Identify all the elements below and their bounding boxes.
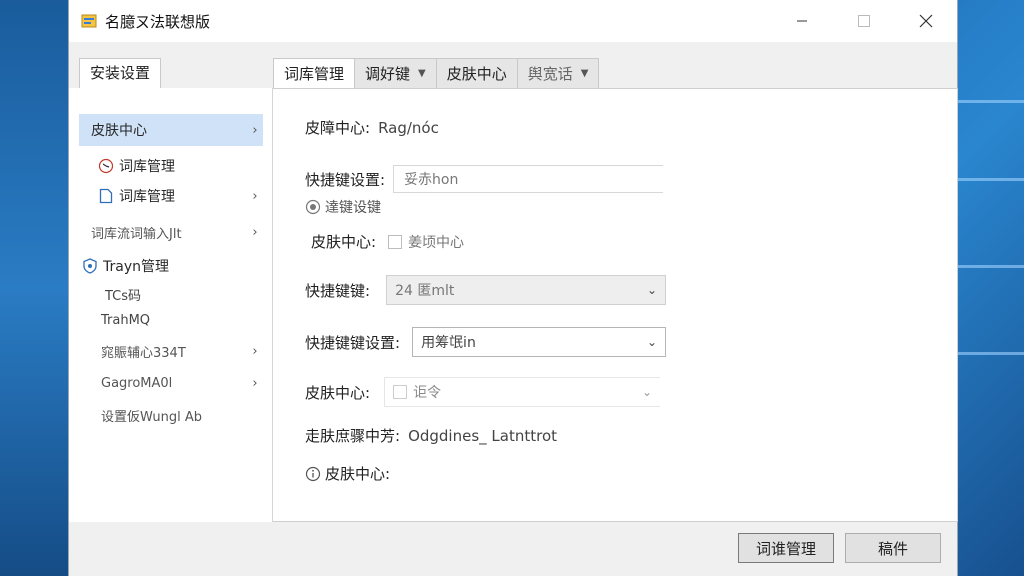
shortcut-radio-row[interactable]: 達键设键 bbox=[305, 197, 381, 217]
shortcut-key-select[interactable]: 24 匿mlt ⌄ bbox=[386, 275, 667, 305]
chevron-right-icon: › bbox=[252, 224, 258, 240]
shortcut-key-settings-label: 快捷键键设置: bbox=[305, 333, 401, 352]
desktop-light-ray bbox=[954, 352, 1024, 355]
sidebar-item-label: 皮肤中心 bbox=[91, 123, 147, 139]
button-bar: 词谁管理 稿件 bbox=[69, 522, 957, 576]
sidebar-item-label: 词库管理 bbox=[119, 189, 175, 205]
shortcut-settings-input[interactable]: 妥赤hon bbox=[393, 165, 664, 193]
tab-install-settings[interactable]: 安装设置 bbox=[79, 58, 162, 88]
desktop-light-ray bbox=[954, 265, 1024, 268]
close-button[interactable] bbox=[895, 0, 957, 42]
sidebar-item-dict-manage[interactable]: 词库管理 bbox=[79, 150, 263, 182]
app-icon bbox=[81, 13, 97, 29]
sidebar-item-skin-center[interactable]: 皮肤中心 › bbox=[79, 114, 263, 146]
title-bar[interactable]: 名臆ㄡ法联想版 bbox=[69, 0, 957, 42]
sidebar-item-gagroma[interactable]: GagroMA0l › bbox=[79, 367, 263, 399]
chevron-right-icon: › bbox=[252, 375, 258, 391]
settings-window: 名臆ㄡ法联想版 安装设置 皮肤中心 › 词库管理 词库管理 › 词库流词输入Jl… bbox=[68, 0, 958, 576]
chevron-right-icon: › bbox=[252, 188, 258, 204]
shortcut-key-settings-value: 用筹氓in bbox=[421, 335, 476, 351]
shortcut-settings-row: 快捷键设置: 妥赤hon bbox=[305, 165, 664, 193]
shield-icon bbox=[81, 257, 99, 275]
clock-icon bbox=[97, 157, 115, 175]
skin-center-combo-checkbox[interactable] bbox=[393, 385, 408, 399]
skin-center-combo-row: 皮肤中心: 讵令 ⌄ bbox=[305, 377, 661, 407]
shortcut-settings-placeholder: 妥赤hon bbox=[404, 172, 459, 188]
minimize-icon bbox=[797, 20, 807, 22]
sidebar-item-label: 设置仮Wungl Ab bbox=[101, 409, 203, 425]
dropdown-arrow-icon: ▼ bbox=[580, 68, 589, 79]
chevron-down-icon: ⌄ bbox=[647, 335, 658, 349]
sidebar-item-label: Trayn管理 bbox=[103, 259, 169, 275]
tab-skin-center[interactable]: 皮肤中心 bbox=[435, 58, 518, 88]
minimize-button[interactable] bbox=[771, 0, 833, 42]
maximize-button[interactable] bbox=[833, 0, 895, 42]
dropdown-arrow-icon: ▼ bbox=[418, 68, 426, 79]
sidebar-item-label: TCs码 bbox=[105, 288, 142, 304]
skin-center-bottom-row[interactable]: 皮肤中心: bbox=[305, 463, 390, 484]
tab-extras[interactable]: 舆宽话 ▼ bbox=[516, 58, 600, 88]
shortcut-key-settings-select[interactable]: 用筹氓in ⌄ bbox=[412, 327, 667, 357]
sidebar-item-label: 窕賑辅心334T bbox=[101, 345, 186, 361]
shortcut-key-value: 24 匿mlt bbox=[395, 283, 455, 299]
manage-button-label: 词谁管理 bbox=[755, 539, 816, 558]
sidebar-item-dict-input[interactable]: 词库流词输入Jlt › bbox=[79, 216, 263, 248]
skin-center-checkbox[interactable] bbox=[388, 234, 403, 249]
desktop-light-ray bbox=[954, 178, 1024, 181]
skin-module-value: Odgdines_ Latnttrot bbox=[408, 426, 558, 445]
skin-center-check-label: 皮肤中心: bbox=[311, 233, 377, 251]
skin-center-combo-label: 皮肤中心: bbox=[305, 383, 371, 402]
tab-label: 舆宽话 bbox=[527, 65, 573, 83]
edit-button-label: 稿件 bbox=[877, 539, 908, 558]
left-tabbar: 安装设置 bbox=[79, 58, 162, 88]
info-icon bbox=[305, 466, 321, 482]
sidebar-item-label: 词库流词输入Jlt bbox=[91, 226, 182, 242]
chevron-down-icon: ⌄ bbox=[647, 283, 658, 297]
desktop-left-strip bbox=[0, 0, 68, 576]
shortcut-key-row: 快捷键键: 24 匿mlt ⌄ bbox=[305, 275, 667, 305]
skin-center-select[interactable]: 讵令 ⌄ bbox=[384, 377, 661, 407]
close-icon bbox=[919, 14, 933, 28]
shortcut-key-settings-row: 快捷键键设置: 用筹氓in ⌄ bbox=[305, 327, 667, 357]
radio-icon bbox=[305, 199, 321, 215]
shortcut-key-label: 快捷键键: bbox=[305, 281, 371, 300]
sidebar-item-dict-manage-2[interactable]: 词库管理 › bbox=[79, 180, 263, 212]
tab-label: 皮肤中心 bbox=[446, 65, 507, 83]
sidebar-item-trahmq[interactable]: TrahMQ bbox=[79, 304, 263, 336]
shortcut-radio-label: 達键设键 bbox=[325, 200, 381, 216]
sidebar-item-label: 词库管理 bbox=[119, 159, 175, 175]
window-title: 名臆ㄡ法联想版 bbox=[105, 12, 211, 31]
skin-center-label: 皮障中心: bbox=[305, 119, 371, 137]
tab-hotkeys[interactable]: 调好键 ▼ bbox=[354, 58, 437, 88]
skin-module-row: 走肤庶骤中芳: Odgdines_ Latnttrot bbox=[305, 425, 557, 446]
chevron-down-icon: ⌄ bbox=[642, 385, 653, 399]
maximize-icon bbox=[858, 15, 870, 27]
tab-dict-manage[interactable]: 词库管理 bbox=[273, 58, 356, 88]
tab-bar: 词库管理 调好键 ▼ 皮肤中心 舆宽话 ▼ bbox=[273, 58, 600, 88]
skin-center-value: Rag/nóc bbox=[378, 118, 439, 137]
shortcut-settings-label: 快捷键设置: bbox=[305, 170, 386, 189]
skin-center-check-row: 皮肤中心: 姜顷中心 bbox=[311, 231, 464, 252]
tab-label: 调好键 bbox=[365, 65, 411, 83]
sidebar-item-label: GagroMA0l bbox=[101, 375, 173, 391]
tab-label: 词库管理 bbox=[284, 65, 345, 83]
skin-center-bottom-label: 皮肤中心: bbox=[325, 465, 391, 483]
document-icon bbox=[97, 187, 115, 205]
edit-button[interactable]: 稿件 bbox=[845, 533, 941, 563]
sidebar-item-settings-ab[interactable]: 设置仮Wungl Ab bbox=[79, 399, 263, 431]
settings-content: 皮障中心: Rag/nóc 快捷键设置: 妥赤hon 達键设键 皮肤中心: 姜顷… bbox=[273, 88, 958, 522]
skin-center-row: 皮障中心: Rag/nóc bbox=[305, 117, 439, 138]
desktop-light-ray bbox=[954, 100, 1024, 103]
chevron-right-icon: › bbox=[252, 122, 258, 138]
sidebar-item-aux-center[interactable]: 窕賑辅心334T › bbox=[79, 335, 263, 367]
sidebar: 皮肤中心 › 词库管理 词库管理 › 词库流词输入Jlt › Trayn管理 T… bbox=[69, 88, 273, 546]
sidebar-item-label: TrahMQ bbox=[101, 312, 151, 328]
skin-center-check-text: 姜顷中心 bbox=[408, 234, 465, 251]
chevron-right-icon: › bbox=[252, 343, 258, 359]
skin-center-combo-value: 讵令 bbox=[413, 385, 442, 401]
manage-button[interactable]: 词谁管理 bbox=[738, 533, 834, 563]
skin-module-label: 走肤庶骤中芳: bbox=[305, 427, 401, 445]
